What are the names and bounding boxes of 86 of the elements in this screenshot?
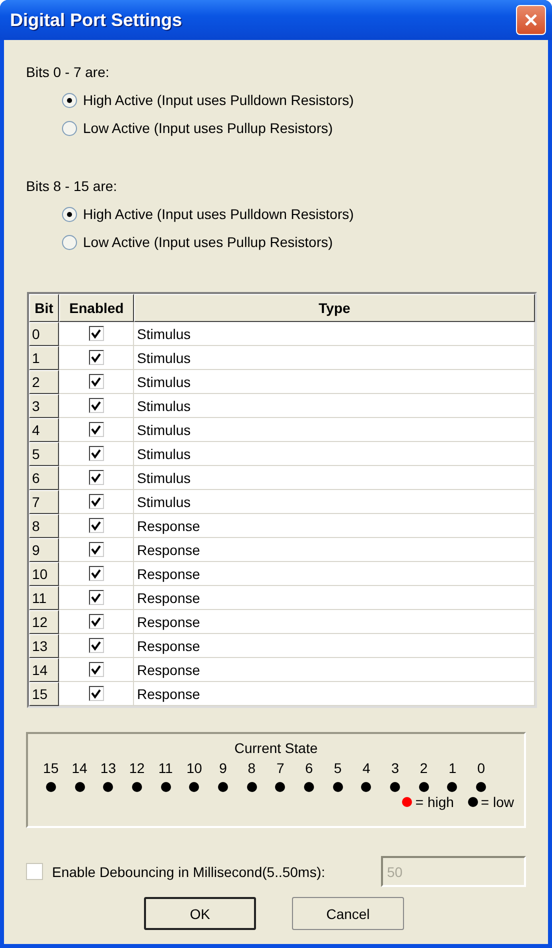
radio-icon[interactable]	[62, 120, 77, 136]
enabled-checkbox[interactable]	[88, 446, 104, 461]
debounce-label: Enable Debouncing in Millisecond(5..50ms):	[52, 864, 326, 880]
radio-icon[interactable]	[62, 206, 77, 222]
close-button[interactable]	[516, 5, 546, 35]
table-cell: Stimulus	[134, 490, 535, 514]
group-label: Bits 8 - 15 are:	[26, 178, 118, 194]
radio-option[interactable]: High Active (Input uses Pulldown Resistors)	[62, 86, 526, 114]
bit-label: 9	[219, 760, 227, 776]
row-header: 2	[29, 370, 59, 394]
bit-label: 2	[420, 760, 428, 776]
bit-label: 8	[248, 760, 256, 776]
enabled-checkbox[interactable]	[88, 518, 104, 533]
bit-label: 12	[129, 760, 145, 776]
bit-label: 6	[305, 760, 313, 776]
bit-label: 4	[362, 760, 370, 776]
row-header: 1	[29, 346, 59, 370]
bit-label: 3	[391, 760, 399, 776]
enabled-checkbox[interactable]	[88, 614, 104, 629]
column-header[interactable]: Enabled	[59, 294, 134, 322]
bit-label: 14	[72, 760, 88, 776]
bit-label: 5	[334, 760, 342, 776]
table-cell: Response	[134, 610, 535, 634]
table-cell: Stimulus	[134, 322, 535, 346]
enabled-checkbox[interactable]	[88, 686, 104, 701]
legend-label: = high	[415, 794, 454, 810]
bit-label: 11	[158, 760, 173, 776]
enabled-checkbox[interactable]	[88, 662, 104, 677]
row-header: 14	[29, 658, 59, 682]
row-header: 3	[29, 394, 59, 418]
table-cell: Stimulus	[134, 370, 535, 394]
window-title: Digital Port Settings	[10, 10, 182, 30]
enabled-checkbox[interactable]	[88, 566, 104, 581]
bit-label: 0	[477, 760, 486, 776]
row-header: 15	[29, 682, 59, 706]
radio-icon[interactable]	[62, 234, 77, 250]
table-cell: Response	[134, 514, 535, 538]
enabled-checkbox[interactable]	[88, 494, 104, 509]
table-cell: Response	[134, 538, 535, 562]
bit-label: 7	[276, 760, 284, 776]
enabled-checkbox[interactable]	[88, 350, 104, 365]
radio-option[interactable]: High Active (Input uses Pulldown Resistors)	[62, 200, 526, 228]
table-cell: Stimulus	[134, 442, 535, 466]
dialog-button[interactable]: OK	[144, 897, 256, 930]
column-header[interactable]: Bit	[29, 294, 59, 322]
table-cell: Stimulus	[134, 346, 535, 370]
radio-icon[interactable]	[62, 92, 77, 108]
table-cell: Stimulus	[134, 418, 535, 442]
panel-title: Current State	[234, 740, 318, 756]
close-icon[interactable]	[523, 12, 539, 28]
radio-option[interactable]: Low Active (Input uses Pullup Resistors)	[62, 114, 526, 142]
table-cell: Response	[134, 634, 535, 658]
row-header: 10	[29, 562, 59, 586]
row-header: 8	[29, 514, 59, 538]
enabled-checkbox[interactable]	[88, 470, 104, 485]
row-header: 7	[29, 490, 59, 514]
group-label: Bits 0 - 7 are:	[26, 64, 110, 80]
enabled-checkbox[interactable]	[88, 326, 104, 341]
table-cell: Response	[134, 658, 535, 682]
table-cell: Stimulus	[134, 466, 535, 490]
table-cell: Response	[134, 586, 535, 610]
dialog-button[interactable]: Cancel	[292, 897, 404, 930]
row-header: 6	[29, 466, 59, 490]
row-header: 9	[29, 538, 59, 562]
enabled-checkbox[interactable]	[88, 590, 104, 605]
table-cell: Response	[134, 562, 535, 586]
column-header[interactable]: Type	[134, 294, 535, 322]
enabled-checkbox[interactable]	[88, 398, 104, 413]
row-header: 11	[29, 586, 59, 610]
row-header: 4	[29, 418, 59, 442]
row-header: 5	[29, 442, 59, 466]
radio-option[interactable]: Low Active (Input uses Pullup Resistors)	[62, 228, 526, 256]
row-header: 0	[29, 322, 59, 346]
legend-label: = low	[480, 794, 514, 810]
enabled-checkbox[interactable]	[88, 638, 104, 653]
enabled-checkbox[interactable]	[88, 374, 104, 389]
bit-label: 1	[448, 760, 456, 776]
row-header: 13	[29, 634, 59, 658]
table-cell: Stimulus	[134, 394, 535, 418]
table-cell: Response	[134, 682, 535, 706]
enabled-checkbox[interactable]	[88, 422, 104, 437]
bit-label: 15	[43, 760, 59, 776]
bit-label: 10	[186, 760, 202, 776]
row-header: 12	[29, 610, 59, 634]
enabled-checkbox[interactable]	[88, 542, 104, 557]
bit-label: 13	[100, 760, 116, 776]
